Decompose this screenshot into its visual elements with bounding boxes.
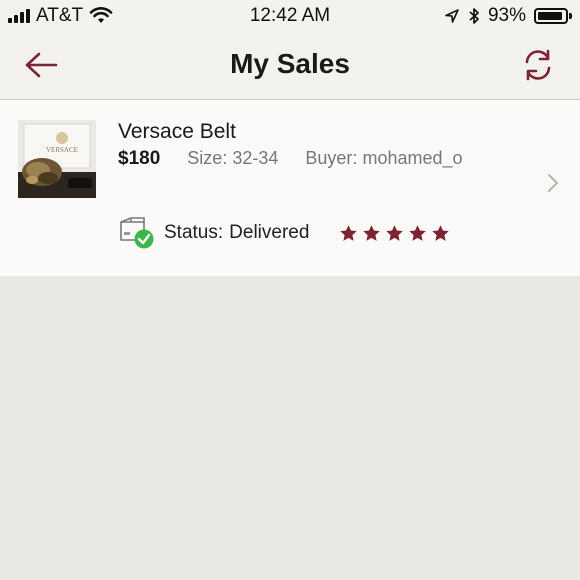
status-row: Status: Delivered [118, 216, 450, 250]
product-photo: VERSACE [18, 120, 96, 198]
navigation-bar: My Sales [0, 34, 580, 100]
buyer-value: mohamed_o [362, 148, 463, 168]
battery-percent: 93% [487, 5, 526, 26]
battery-level [538, 12, 563, 20]
rating-stars [339, 224, 450, 243]
status-bar-right: 93% [444, 5, 572, 27]
status-label: Status: [164, 222, 224, 243]
chevron-right-icon[interactable] [546, 172, 560, 194]
star-icon [386, 224, 404, 241]
refresh-icon[interactable] [522, 48, 554, 82]
buyer-label: Buyer: [305, 148, 358, 168]
thumbnail-brand-text: VERSACE [46, 146, 78, 154]
size-label: Size: [187, 148, 228, 168]
star-icon [363, 224, 381, 241]
item-price: $180 [118, 148, 161, 169]
sale-list-item[interactable]: VERSACE Versace Belt $180 Size: 32-34 Bu… [0, 100, 580, 276]
status-value: Delivered [229, 222, 310, 243]
item-details: $180 Size: 32-34 Buyer: mohamed_o [118, 148, 463, 170]
item-buyer: Buyer: mohamed_o [305, 148, 462, 168]
size-value: 32-34 [232, 148, 279, 168]
delivered-box-icon [120, 217, 154, 249]
item-title: Versace Belt [118, 120, 236, 143]
star-icon [432, 224, 450, 241]
page-title: My Sales [230, 48, 350, 79]
star-icon [409, 224, 427, 241]
item-size: Size: 32-34 [187, 148, 278, 168]
battery-icon [534, 8, 572, 24]
star-icon [340, 224, 358, 241]
product-thumbnail: VERSACE [18, 120, 96, 198]
bluetooth-icon [469, 8, 479, 24]
status-bar: AT&T 12:42 AM 93% [0, 0, 580, 34]
location-arrow-icon [445, 9, 459, 23]
